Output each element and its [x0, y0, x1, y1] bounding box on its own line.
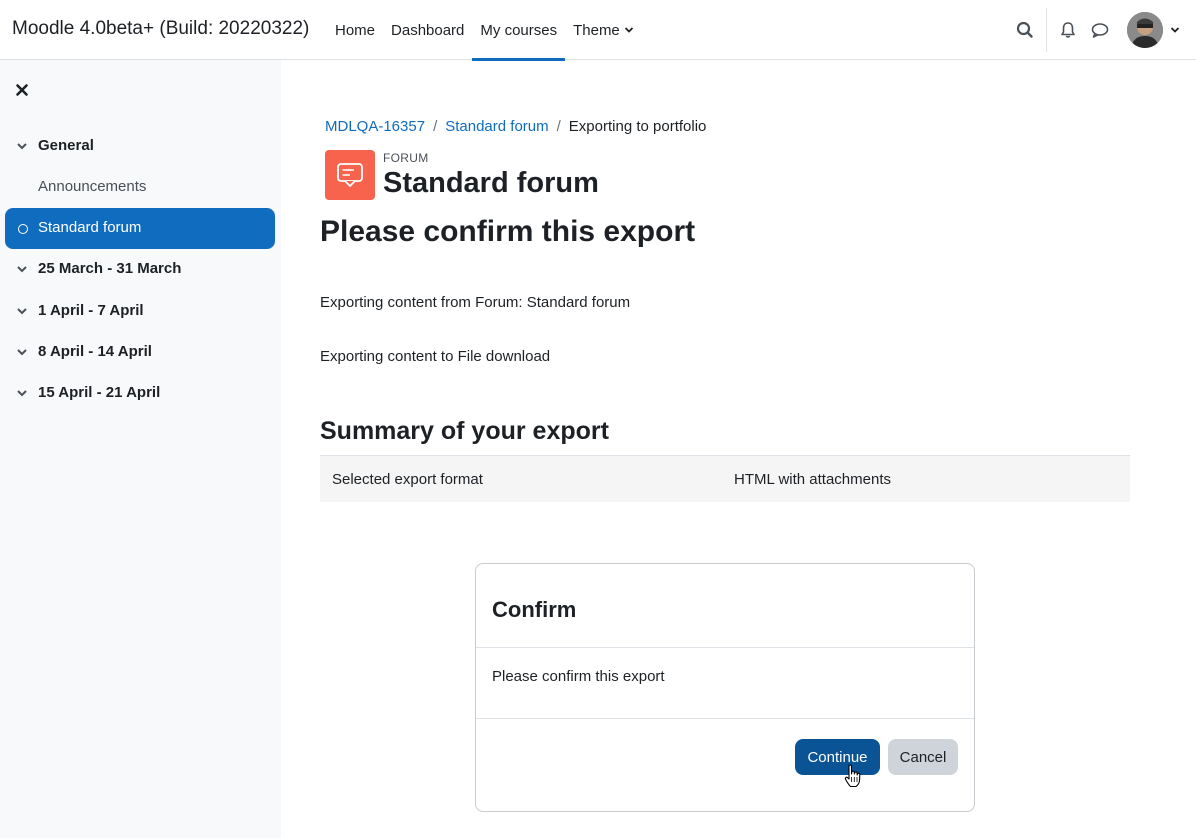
chevron-down-icon[interactable]	[16, 388, 28, 398]
forum-icon	[325, 150, 375, 200]
section-label: 25 March - 31 March	[38, 260, 182, 277]
breadcrumb: MDLQA-16357 / Standard forum / Exporting to …	[325, 118, 706, 135]
course-section-8-april[interactable]: 8 April - 14 April	[5, 332, 275, 373]
section-label: General	[38, 137, 94, 154]
nav-theme-label: Theme	[573, 21, 620, 39]
activity-type-label: FORUM	[383, 151, 429, 165]
divider	[476, 718, 974, 719]
course-section-25-march[interactable]: 25 March - 31 March	[5, 249, 275, 290]
chevron-down-icon[interactable]	[16, 306, 28, 316]
primary-navigation: Home Dashboard My courses Theme	[327, 0, 642, 61]
user-avatar[interactable]	[1127, 12, 1163, 48]
nav-dashboard-label: Dashboard	[391, 21, 465, 39]
completion-circle-icon	[18, 224, 28, 234]
forum-speech-bubble-icon	[337, 163, 363, 187]
nav-my-courses[interactable]: My courses	[472, 0, 565, 61]
course-activity-announcements[interactable]: Announcements	[5, 167, 275, 208]
breadcrumb-separator: /	[556, 118, 561, 135]
chevron-down-icon[interactable]	[16, 347, 28, 357]
chevron-down-icon[interactable]	[16, 141, 28, 151]
export-destination-text: Exporting content to File download	[320, 348, 551, 365]
course-activity-standard-forum[interactable]: Standard forum	[5, 208, 275, 249]
continue-button[interactable]: Continue	[795, 739, 880, 775]
user-photo	[1127, 12, 1163, 48]
breadcrumb-separator: /	[433, 118, 438, 135]
page-heading: Please confirm this export	[320, 215, 696, 248]
chevron-down-icon[interactable]	[16, 264, 28, 274]
section-label: 1 April - 7 April	[38, 302, 144, 319]
confirm-title: Confirm	[492, 597, 577, 622]
confirm-message: Please confirm this export	[492, 668, 665, 685]
course-section-1-april[interactable]: 1 April - 7 April	[5, 291, 275, 332]
nav-dashboard[interactable]: Dashboard	[383, 0, 472, 60]
activity-title: Standard forum	[383, 167, 599, 199]
section-label: 8 April - 14 April	[38, 343, 152, 360]
course-section-15-april[interactable]: 15 April - 21 April	[5, 373, 275, 414]
nav-my-courses-label: My courses	[480, 21, 558, 39]
section-label: 15 April - 21 April	[38, 384, 161, 401]
course-index-drawer: General Announcements Standard forum 25 …	[0, 60, 281, 838]
navbar-divider	[1046, 8, 1047, 52]
chevron-down-icon	[624, 27, 633, 33]
summary-row-value: HTML with attachments	[734, 471, 891, 488]
nav-theme[interactable]: Theme	[565, 0, 642, 60]
user-menu-chevron-down-icon[interactable]	[1170, 25, 1180, 35]
breadcrumb-forum-link[interactable]: Standard forum	[445, 118, 548, 135]
close-icon[interactable]	[14, 82, 30, 98]
nav-home[interactable]: Home	[327, 0, 383, 60]
bell-icon[interactable]	[1058, 20, 1078, 40]
activity-label: Announcements	[38, 178, 147, 195]
top-navbar: Moodle 4.0beta+ (Build: 20220322) Home D…	[0, 0, 1196, 61]
course-section-general[interactable]: General	[5, 126, 275, 167]
cancel-button[interactable]: Cancel	[888, 739, 958, 775]
nav-home-label: Home	[335, 21, 376, 39]
breadcrumb-current: Exporting to portfolio	[568, 118, 707, 135]
export-source-text: Exporting content from Forum: Standard f…	[320, 294, 631, 311]
chat-icon[interactable]	[1090, 20, 1110, 40]
search-icon[interactable]	[1015, 20, 1035, 40]
site-name[interactable]: Moodle 4.0beta+ (Build: 20220322)	[12, 18, 309, 40]
summary-heading: Summary of your export	[320, 417, 609, 445]
activity-label: Standard forum	[38, 219, 142, 236]
summary-table: Selected export format HTML with attachm…	[320, 455, 1130, 502]
divider	[476, 647, 974, 648]
summary-row-label: Selected export format	[332, 471, 483, 488]
confirm-dialog: Confirm Please confirm this export Conti…	[475, 563, 975, 812]
breadcrumb-course-link[interactable]: MDLQA-16357	[325, 118, 425, 135]
